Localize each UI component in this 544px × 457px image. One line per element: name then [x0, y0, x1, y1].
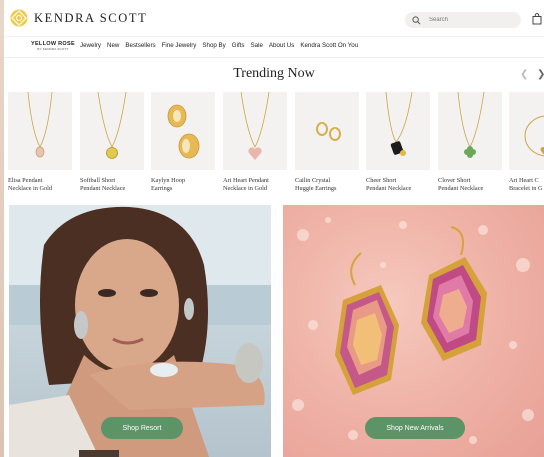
new-arrivals-banner[interactable]: Shop New Arrivals	[283, 205, 544, 457]
trending-title: Trending Now	[233, 66, 315, 81]
page: KENDRA SCOTT YELLOW ROSE BY KENDRA SCOTT…	[4, 0, 544, 457]
product-card[interactable]: Ari Heart Pendant Necklace in Gold	[223, 92, 287, 193]
nav-item-sale[interactable]: Sale	[251, 42, 263, 49]
product-card[interactable]: Clover Short Pendant Necklace	[438, 92, 502, 193]
product-name: Cailin Crystal Huggie Earrings	[295, 177, 337, 192]
search-input[interactable]	[429, 17, 509, 23]
yellow-rose-sublabel: BY KENDRA SCOTT	[37, 47, 69, 51]
product-carousel: Elisa Pendant Necklace in Gold Softball …	[4, 92, 544, 202]
nav-item-fine-jewelry[interactable]: Fine Jewelry	[162, 42, 197, 49]
product-image	[223, 92, 287, 170]
product-card[interactable]: Softball Short Pendant Necklace	[80, 92, 144, 193]
carousel-next-icon[interactable]: ❯	[537, 69, 544, 80]
nav-item-gifts[interactable]: Gifts	[232, 42, 245, 49]
nav-item-jewelry[interactable]: Jewelry	[80, 42, 101, 49]
shopping-bag-icon[interactable]	[532, 13, 542, 25]
shop-new-arrivals-button[interactable]: Shop New Arrivals	[365, 417, 465, 439]
product-name: Ari Heart Pendant Necklace in Gold	[223, 177, 269, 192]
resort-banner[interactable]: Shop Resort	[9, 205, 271, 457]
logo[interactable]: KENDRA SCOTT	[10, 9, 147, 27]
product-name: Elisa Pendant Necklace in Gold	[8, 177, 53, 192]
product-image	[295, 92, 359, 170]
product-name: Cheer Short Pendant Necklace	[366, 177, 412, 192]
yellow-rose-link[interactable]: YELLOW ROSE BY KENDRA SCOTT	[31, 41, 75, 51]
main-nav: YELLOW ROSE BY KENDRA SCOTT Jewelry New …	[4, 37, 544, 58]
shop-resort-button[interactable]: Shop Resort	[101, 417, 183, 439]
product-card[interactable]: Elisa Pendant Necklace in Gold	[8, 92, 72, 193]
nav-item-shop-by[interactable]: Shop By	[202, 42, 225, 49]
product-image	[8, 92, 72, 170]
product-name: Softball Short Pendant Necklace	[80, 177, 126, 192]
nav-items: Jewelry New Bestsellers Fine Jewelry Sho…	[80, 42, 364, 49]
product-card[interactable]: Cailin Crystal Huggie Earrings	[295, 92, 359, 193]
product-image	[438, 92, 502, 170]
nav-item-about-us[interactable]: About Us	[269, 42, 294, 49]
logo-icon	[10, 9, 28, 27]
product-image	[151, 92, 215, 170]
product-image	[366, 92, 430, 170]
nav-item-bestsellers[interactable]: Bestsellers	[125, 42, 155, 49]
search-bar[interactable]	[405, 12, 521, 28]
product-card[interactable]: Cheer Short Pendant Necklace	[366, 92, 430, 193]
product-name: Ari Heart C Bracelet in G	[509, 177, 543, 192]
product-name: Clover Short Pendant Necklace	[438, 177, 484, 192]
search-icon	[412, 15, 421, 24]
nav-item-kendra-scott-on-you[interactable]: Kendra Scott On You	[300, 42, 358, 49]
nav-item-new[interactable]: New	[107, 42, 119, 49]
product-name: Kaylyn Hoop Earrings	[151, 177, 186, 192]
carousel-prev-icon[interactable]: ❮	[520, 69, 528, 80]
product-card[interactable]: Kaylyn Hoop Earrings	[151, 92, 215, 193]
header: KENDRA SCOTT	[4, 0, 544, 37]
product-image	[80, 92, 144, 170]
product-card[interactable]: Ari Heart C Bracelet in G	[509, 92, 544, 193]
product-image	[509, 92, 544, 170]
brand-name: KENDRA SCOTT	[34, 10, 148, 25]
